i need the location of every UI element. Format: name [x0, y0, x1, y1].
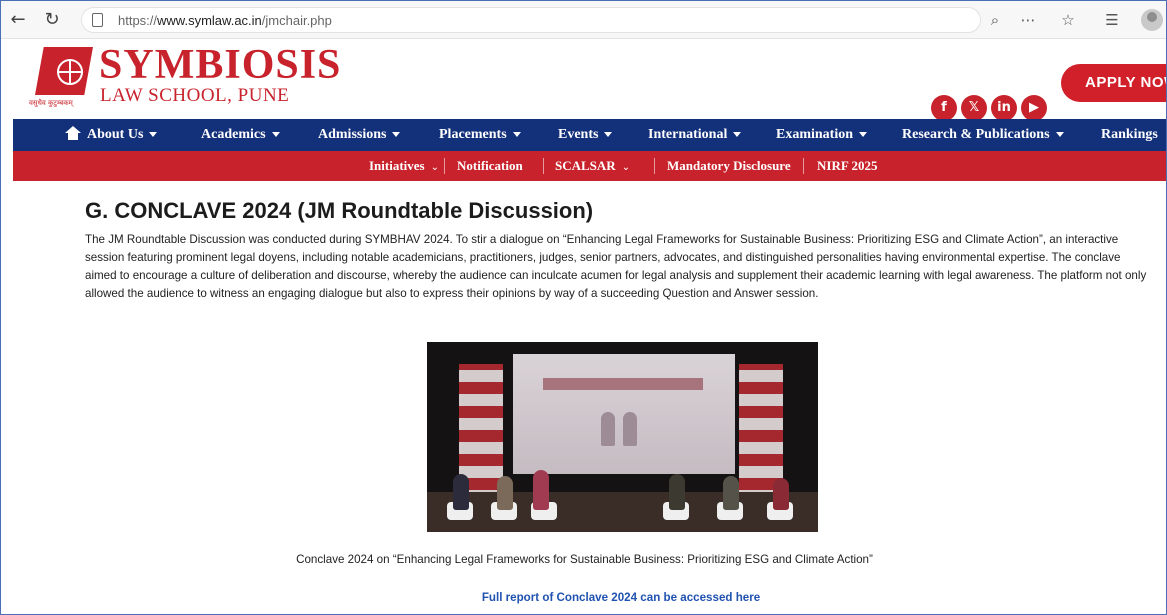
url-path: /jmchair.php	[261, 13, 332, 28]
nav-label: Placements	[439, 127, 507, 142]
nav-label: Examination	[776, 127, 854, 142]
nav-admissions[interactable]: Admissions	[318, 119, 401, 151]
apply-now-button[interactable]: APPLY NOW	[1061, 64, 1166, 102]
nav-international[interactable]: International	[648, 119, 742, 151]
caret-down-icon	[392, 132, 401, 138]
caret-down-icon	[1055, 132, 1064, 138]
nav-academics[interactable]: Academics	[201, 119, 280, 151]
subnav-label: SCALSAR	[555, 158, 616, 173]
brand-name[interactable]: SYMBIOSIS	[99, 43, 341, 87]
nav-placements[interactable]: Placements	[439, 119, 521, 151]
url-prefix: https://	[118, 13, 158, 28]
caret-down-icon	[859, 132, 868, 138]
photo-panelist	[723, 476, 739, 510]
lock-icon	[92, 13, 103, 27]
nav-label: Admissions	[318, 127, 387, 142]
browser-toolbar: ← ↻ https://www.symlaw.ac.in/jmchair.php…	[1, 1, 1166, 39]
symbiosis-logo[interactable]: वसुधैव कुटुम्बकम्	[29, 43, 99, 113]
full-report-link[interactable]: Full report of Conclave 2024 can be acce…	[1, 591, 1166, 604]
caret-down-icon	[271, 132, 280, 138]
photo-panelist	[533, 470, 549, 510]
nav-label: About Us	[87, 127, 144, 142]
youtube-icon[interactable]: ▶	[1021, 95, 1047, 121]
logo-tagline: वसुधैव कुटुम्बकम्	[29, 99, 73, 107]
subnav-label: NIRF 2025	[817, 158, 878, 173]
photo-caption: Conclave 2024 on “Enhancing Legal Framew…	[296, 553, 873, 566]
profile-avatar[interactable]	[1141, 9, 1163, 31]
nav-label: Rankings	[1101, 127, 1158, 142]
url-text: https://www.symlaw.ac.in/jmchair.php	[118, 13, 332, 28]
photo-panelist	[669, 474, 685, 510]
subnav-divider	[543, 158, 544, 174]
nav-label: Academics	[201, 127, 266, 142]
caret-down-icon	[733, 132, 742, 138]
nav-rankings[interactable]: Rankings	[1101, 119, 1158, 151]
facebook-icon[interactable]: f	[931, 95, 957, 121]
chevron-down-icon: ⌄	[430, 162, 440, 173]
collections-icon[interactable]: ☰	[1101, 9, 1123, 31]
reload-icon[interactable]: ↻	[41, 9, 63, 31]
nav-events[interactable]: Events	[558, 119, 613, 151]
photo-slide-figure	[601, 412, 615, 446]
subnav-label: Mandatory Disclosure	[667, 158, 791, 173]
subnav-label: Notification	[457, 158, 523, 173]
favorite-star-icon[interactable]: ☆	[1057, 9, 1079, 31]
subnav-scalsar[interactable]: SCALSAR ⌄	[555, 151, 630, 181]
nav-examination[interactable]: Examination	[776, 119, 868, 151]
main-navigation: About Us Academics Admissions Placements…	[13, 119, 1166, 151]
photo-panelist	[497, 476, 513, 510]
chevron-down-icon: ⌄	[621, 162, 631, 173]
back-arrow-icon[interactable]: ←	[7, 9, 29, 31]
photo-panelist	[453, 474, 469, 510]
subnav-initiatives[interactable]: Initiatives ⌄	[369, 151, 439, 181]
subnav-divider	[444, 158, 445, 174]
caret-down-icon	[149, 132, 158, 138]
globe-icon	[57, 59, 83, 85]
photo-slide-title	[543, 378, 703, 390]
nav-research-publications[interactable]: Research & Publications	[902, 119, 1064, 151]
caret-down-icon	[512, 132, 521, 138]
nav-label: International	[648, 127, 728, 142]
x-icon[interactable]: 𝕏	[961, 95, 987, 121]
subnav-nirf-2025[interactable]: NIRF 2025	[817, 151, 878, 181]
nav-label: Events	[558, 127, 599, 142]
logo-emblem	[35, 47, 93, 95]
linkedin-icon[interactable]: in	[991, 95, 1017, 121]
browser-window: ← ↻ https://www.symlaw.ac.in/jmchair.php…	[0, 0, 1167, 615]
brand-subtitle[interactable]: LAW SCHOOL, PUNE	[100, 85, 289, 107]
home-icon	[65, 126, 81, 140]
conclave-photo	[427, 342, 818, 532]
subnav-mandatory-disclosure[interactable]: Mandatory Disclosure	[667, 151, 791, 181]
more-icon[interactable]: ⋯	[1017, 9, 1039, 31]
subnav-divider	[654, 158, 655, 174]
url-domain: www.symlaw.ac.in	[157, 13, 262, 28]
sub-navigation: Initiatives ⌄ Notification SCALSAR ⌄ Manda…	[13, 151, 1166, 181]
subnav-label: Initiatives	[369, 158, 425, 173]
intro-paragraph: The JM Roundtable Discussion was conduct…	[85, 233, 1147, 300]
subnav-divider	[803, 158, 804, 174]
photo-slide-figure	[623, 412, 637, 446]
photo-panelist	[773, 478, 789, 510]
address-bar[interactable]: https://www.symlaw.ac.in/jmchair.php	[81, 7, 981, 33]
subnav-notification[interactable]: Notification	[457, 151, 523, 181]
photo-stage	[427, 492, 818, 532]
caret-down-icon	[604, 132, 613, 138]
nav-label: Research & Publications	[902, 127, 1050, 142]
zoom-icon[interactable]: ⌕	[984, 9, 1006, 31]
page-title: G. CONCLAVE 2024 (JM Roundtable Discussi…	[85, 198, 594, 223]
nav-about-us[interactable]: About Us	[65, 119, 158, 151]
photo-projection-screen	[513, 354, 735, 474]
